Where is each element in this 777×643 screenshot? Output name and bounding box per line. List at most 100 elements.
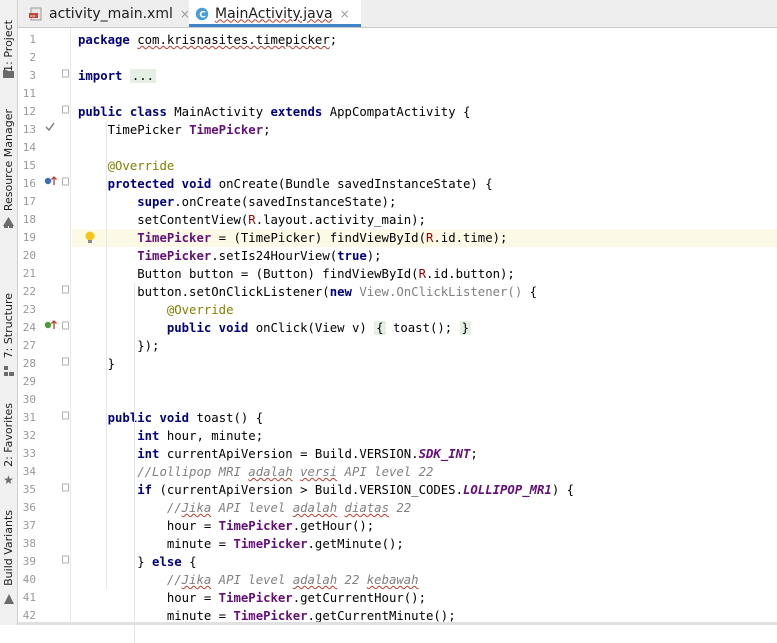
fold-marker-icon[interactable] bbox=[62, 481, 69, 499]
fold-marker-icon[interactable] bbox=[62, 103, 69, 121]
fold-marker-icon[interactable] bbox=[62, 175, 69, 193]
code-line[interactable] bbox=[72, 139, 777, 157]
svg-text:C: C bbox=[199, 10, 206, 20]
code-line[interactable]: minute = TimePicker.getMinute(); bbox=[72, 535, 777, 553]
folder-icon bbox=[0, 66, 17, 80]
line-number: 32 bbox=[22, 429, 36, 442]
close-icon[interactable]: × bbox=[340, 7, 350, 21]
fold-marker-icon[interactable] bbox=[62, 553, 69, 571]
code-line[interactable]: hour = TimePicker.getCurrentHour(); bbox=[72, 589, 777, 607]
code-line[interactable]: hour = TimePicker.getHour(); bbox=[72, 517, 777, 535]
indent-guide bbox=[134, 445, 135, 643]
line-number-gutter[interactable]: 1 2 3 11 12 13 14 15 16 17 18 19 20 21 22 23 24 27 28 29 30 3… bbox=[18, 28, 70, 625]
tool-window-structure-label: 7: Structure bbox=[2, 293, 15, 359]
code-line[interactable]: if (currentApiVersion > Build.VERSION_CO… bbox=[72, 481, 777, 499]
tool-window-strip: 1: Project Resource Manager 7: Structure… bbox=[0, 0, 18, 625]
line-number: 19 bbox=[22, 231, 36, 244]
line-number: 20 bbox=[22, 249, 36, 262]
code-line[interactable]: @Override bbox=[72, 157, 777, 175]
code-line[interactable] bbox=[72, 49, 777, 67]
code-line[interactable]: @Override bbox=[72, 301, 777, 319]
build-icon bbox=[0, 592, 17, 606]
line-number: 36 bbox=[22, 501, 36, 514]
code-line[interactable]: } else { bbox=[72, 553, 777, 571]
code-line[interactable]: TimePicker.setIs24HourView(true); bbox=[72, 247, 777, 265]
line-number: 30 bbox=[22, 393, 36, 406]
star-icon: ★ bbox=[3, 473, 14, 487]
tool-window-resource-manager[interactable]: Resource Manager bbox=[0, 100, 17, 220]
java-class-icon: C bbox=[195, 7, 209, 21]
code-line[interactable]: package com.krisnasites.timepicker; bbox=[72, 31, 777, 49]
tool-window-build-variants-label: Build Variants bbox=[2, 510, 15, 586]
fold-marker-icon[interactable] bbox=[62, 355, 69, 373]
line-number: 35 bbox=[22, 483, 36, 496]
override-up-arrow-icon[interactable] bbox=[44, 175, 58, 193]
code-line[interactable]: //Jika API level adalah diatas 22 bbox=[72, 499, 777, 517]
code-line[interactable]: public class MainActivity extends AppCom… bbox=[72, 103, 777, 121]
line-number: 16 bbox=[22, 177, 36, 190]
line-number: 13 bbox=[22, 123, 36, 136]
svg-text:<>: <> bbox=[30, 14, 36, 19]
line-number: 27 bbox=[22, 339, 36, 352]
fold-marker-icon[interactable] bbox=[62, 283, 69, 301]
fold-marker-icon[interactable] bbox=[62, 319, 69, 337]
code-line[interactable]: protected void onCreate(Bundle savedInst… bbox=[72, 175, 777, 193]
line-number: 29 bbox=[22, 375, 36, 388]
lightbulb-icon[interactable] bbox=[84, 231, 96, 245]
tab-activity-main-xml[interactable]: <> activity_main.xml × bbox=[25, 0, 194, 27]
tool-window-build-variants[interactable]: Build Variants bbox=[0, 505, 17, 591]
tab-label: activity_main.xml bbox=[49, 5, 173, 22]
indent-guide bbox=[134, 283, 135, 445]
code-line[interactable] bbox=[72, 391, 777, 409]
code-line[interactable]: Button button = (Button) findViewById(R.… bbox=[72, 265, 777, 283]
fold-separator bbox=[70, 28, 71, 625]
code-line[interactable]: TimePicker TimePicker; bbox=[72, 121, 777, 139]
code-line[interactable] bbox=[72, 373, 777, 391]
code-line[interactable]: //Jika API level adalah 22 kebawah bbox=[72, 571, 777, 589]
fold-marker-icon[interactable] bbox=[62, 409, 69, 427]
code-line[interactable]: import ... bbox=[72, 67, 777, 85]
line-number: 38 bbox=[22, 537, 36, 550]
line-number: 33 bbox=[22, 447, 36, 460]
tab-main-activity-java[interactable]: C MainActivity.java × bbox=[189, 0, 361, 27]
line-number: 2 bbox=[29, 51, 36, 64]
code-line[interactable]: button.setOnClickListener(new View.OnCli… bbox=[72, 283, 777, 301]
indent-guide bbox=[106, 121, 107, 589]
tab-label: MainActivity.java bbox=[215, 5, 333, 22]
line-number: 18 bbox=[22, 213, 36, 226]
line-number: 22 bbox=[22, 285, 36, 298]
line-number: 14 bbox=[22, 141, 36, 154]
fold-marker-icon[interactable] bbox=[62, 67, 69, 85]
code-line[interactable]: public void onClick(View v) { toast(); } bbox=[72, 319, 777, 337]
structure-icon bbox=[0, 364, 17, 378]
code-line[interactable]: super.onCreate(savedInstanceState); bbox=[72, 193, 777, 211]
line-number: 41 bbox=[22, 591, 36, 604]
line-number: 12 bbox=[22, 105, 36, 118]
tool-window-favorites[interactable]: 2: Favorites bbox=[0, 398, 17, 472]
line-number: 39 bbox=[22, 555, 36, 568]
code-line[interactable]: public void toast() { bbox=[72, 409, 777, 427]
code-line[interactable]: TimePicker = (TimePicker) findViewById(R… bbox=[72, 229, 777, 247]
tool-window-project-label: 1: Project bbox=[2, 20, 15, 72]
code-line[interactable] bbox=[72, 85, 777, 103]
code-line[interactable]: } bbox=[72, 355, 777, 373]
line-number: 28 bbox=[22, 357, 36, 370]
line-number: 31 bbox=[22, 411, 36, 424]
code-line[interactable]: int hour, minute; bbox=[72, 427, 777, 445]
xml-file-icon: <> bbox=[29, 7, 43, 21]
line-number: 24 bbox=[22, 321, 36, 334]
tool-window-resource-manager-label: Resource Manager bbox=[2, 108, 15, 212]
line-number: 21 bbox=[22, 267, 36, 280]
implements-up-arrow-icon[interactable] bbox=[44, 319, 58, 337]
code-line[interactable]: //Lollipop MRI adalah versi API level 22 bbox=[72, 463, 777, 481]
code-line[interactable]: }); bbox=[72, 337, 777, 355]
line-number: 11 bbox=[22, 87, 36, 100]
tool-window-structure[interactable]: 7: Structure bbox=[0, 286, 17, 366]
tool-window-favorites-label: 2: Favorites bbox=[2, 403, 15, 467]
code-line[interactable]: setContentView(R.layout.activity_main); bbox=[72, 211, 777, 229]
code-line[interactable]: int currentApiVersion = Build.VERSION.SD… bbox=[72, 445, 777, 463]
line-number: 3 bbox=[29, 69, 36, 82]
line-number: 37 bbox=[22, 519, 36, 532]
code-editor[interactable]: package com.krisnasites.timepicker; impor… bbox=[72, 28, 777, 625]
check-icon[interactable] bbox=[45, 121, 55, 139]
